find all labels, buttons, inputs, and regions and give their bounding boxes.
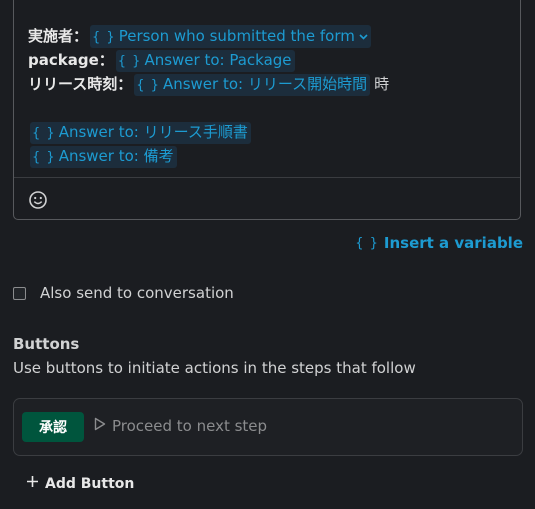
buttons-section-description: Use buttons to initiate actions in the s… bbox=[13, 359, 416, 377]
also-send-checkbox[interactable] bbox=[13, 286, 26, 300]
variable-pill-label: Answer to: Package bbox=[144, 51, 292, 69]
insert-variable-label: Insert a variable bbox=[383, 234, 523, 252]
smiley-icon[interactable] bbox=[28, 190, 48, 210]
variable-pill-submitter[interactable]: { } Person who submitted the form bbox=[90, 25, 371, 48]
button-action[interactable]: Proceed to next step bbox=[94, 417, 267, 435]
also-send-label[interactable]: Also send to conversation bbox=[40, 284, 234, 302]
toolbar-divider bbox=[14, 177, 520, 178]
editor-line-notes: { } Answer to: 備考 bbox=[28, 146, 177, 168]
variable-pill-release-start[interactable]: { } Answer to: リリース開始時間 bbox=[134, 74, 371, 96]
variable-brace-icon: { } bbox=[32, 126, 56, 141]
variable-pill-procedure[interactable]: { } Answer to: リリース手順書 bbox=[30, 122, 251, 144]
play-icon bbox=[94, 417, 106, 435]
button-config-card[interactable]: 承認 Proceed to next step bbox=[13, 398, 523, 456]
button-action-label: Proceed to next step bbox=[112, 417, 268, 435]
variable-brace-icon: { } bbox=[136, 78, 160, 93]
variable-pill-label: Answer to: 備考 bbox=[58, 147, 174, 165]
insert-variable-button[interactable]: { } Insert a variable bbox=[355, 234, 523, 252]
editor-line-package: package：{ } Answer to: Package bbox=[28, 50, 295, 72]
variable-pill-label: Answer to: リリース手順書 bbox=[58, 123, 248, 141]
message-editor[interactable]: 実施者：{ } Person who submitted the form pac… bbox=[13, 0, 521, 220]
variable-pill-notes[interactable]: { } Answer to: 備考 bbox=[30, 146, 177, 168]
also-send-row: Also send to conversation bbox=[13, 284, 234, 302]
chevron-down-icon[interactable] bbox=[359, 25, 368, 45]
variable-pill-label: Answer to: リリース開始時間 bbox=[162, 75, 368, 93]
package-label: package： bbox=[28, 51, 114, 69]
editor-line-submitter: 実施者：{ } Person who submitted the form bbox=[28, 25, 371, 48]
buttons-section-title: Buttons bbox=[13, 335, 80, 353]
plus-icon bbox=[26, 475, 39, 492]
variable-brace-icon: { } bbox=[32, 150, 56, 165]
hour-suffix: 時 bbox=[374, 75, 390, 93]
variable-pill-package[interactable]: { } Answer to: Package bbox=[115, 50, 295, 72]
editor-line-release-time: リリース時刻：{ } Answer to: リリース開始時間時 bbox=[28, 74, 389, 96]
add-button-label: Add Button bbox=[45, 475, 135, 492]
add-button[interactable]: Add Button bbox=[26, 475, 134, 492]
approve-button[interactable]: 承認 bbox=[22, 412, 84, 442]
submitter-label: 実施者： bbox=[28, 27, 89, 45]
variable-pill-label: Person who submitted the form bbox=[118, 27, 355, 45]
variable-brace-icon: { } bbox=[92, 30, 116, 45]
variable-brace-icon: { } bbox=[117, 54, 142, 69]
release-time-label: リリース時刻： bbox=[28, 75, 133, 93]
variable-brace-icon: { } bbox=[355, 235, 379, 251]
editor-line-procedure: { } Answer to: リリース手順書 bbox=[28, 122, 251, 144]
